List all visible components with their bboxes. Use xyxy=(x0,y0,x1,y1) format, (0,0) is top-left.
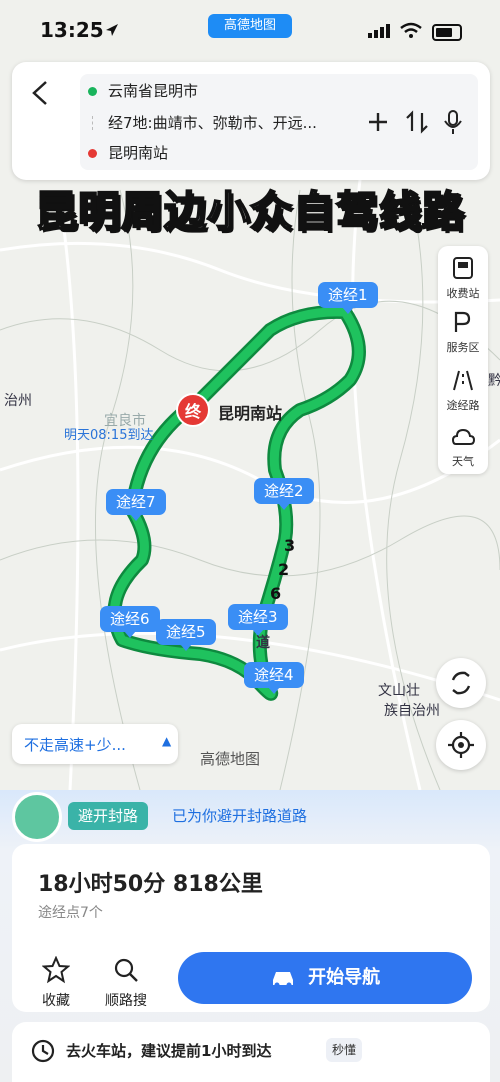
via-road-icon xyxy=(453,370,473,391)
road-number: 6 xyxy=(270,584,282,603)
refresh-route-button[interactable] xyxy=(436,658,486,708)
map-view[interactable]: 13:25 高德地图 云南省昆明市 经7地:曲靖市、弥勒市、开远... 昆明南站 xyxy=(0,0,500,790)
star-icon xyxy=(41,955,71,984)
avoid-closure-row: 避开封路 已为你避开封路道路 xyxy=(12,790,492,844)
route-input-card: 云南省昆明市 经7地:曲靖市、弥勒市、开远... 昆明南站 xyxy=(12,62,490,180)
wifi-icon xyxy=(400,22,422,38)
place-label: 治州 xyxy=(4,393,32,409)
waypoint-marker-2[interactable]: 途经2 xyxy=(254,478,314,510)
connector-line xyxy=(92,116,94,130)
place-label: 黔 xyxy=(488,373,500,389)
road-number: 2 xyxy=(278,560,290,579)
chevron-up-icon: ▲ xyxy=(162,734,172,748)
waypoint-marker-6[interactable]: 途经6 xyxy=(100,606,160,638)
route-info-card: 18小时50分 818公里 途经点7个 收藏 顺路搜 开始导航 xyxy=(12,844,490,1012)
map-watermark: 高德地图 xyxy=(200,750,261,768)
favorite-button[interactable]: 收藏 xyxy=(26,955,86,1010)
service-area-icon xyxy=(454,311,471,332)
waypoint-marker-5[interactable]: 途经5 xyxy=(156,619,216,651)
microphone-icon[interactable] xyxy=(438,107,468,137)
locate-icon xyxy=(448,732,474,758)
swap-icon[interactable] xyxy=(402,107,432,137)
origin-field[interactable]: 云南省昆明市 xyxy=(80,78,340,104)
locate-button[interactable] xyxy=(436,720,486,770)
tool-via-road[interactable]: 途经路 xyxy=(438,362,488,414)
weather-icon xyxy=(451,428,476,445)
place-label: 文山壮 xyxy=(378,683,420,699)
waypoint-marker-7[interactable]: 途经7 xyxy=(106,489,166,521)
road-closure-icon xyxy=(12,792,62,842)
toll-station-icon xyxy=(453,257,473,279)
waypoint-marker-4[interactable]: 途经4 xyxy=(244,662,304,694)
waypoint-marker-3[interactable]: 途经3 xyxy=(228,604,288,636)
tool-weather[interactable]: 天气 xyxy=(438,418,488,470)
waypoint-marker-1[interactable]: 途经1 xyxy=(318,282,378,314)
destination-field[interactable]: 昆明南站 xyxy=(80,140,340,166)
battery-icon xyxy=(432,24,462,41)
avoid-closure-tag: 避开封路 xyxy=(68,802,149,830)
tool-toll-station[interactable]: 收费站 xyxy=(438,250,488,302)
route-summary-panel: 避开封路 已为你避开封路道路 18小时50分 818公里 途经点7个 收藏 顺路… xyxy=(0,790,500,1082)
location-arrow-icon xyxy=(106,24,118,36)
waypoints-field[interactable]: 经7地:曲靖市、弥勒市、开远... xyxy=(80,110,360,136)
place-label: 道 xyxy=(256,635,270,651)
avoid-closure-description: 已为你避开封路道路 xyxy=(172,807,308,825)
search-along-button[interactable]: 顺路搜 xyxy=(96,956,156,1010)
place-label: 宜良市 xyxy=(104,413,146,429)
end-marker[interactable]: 终 xyxy=(176,393,210,427)
train-station-notice[interactable]: 去火车站，建议提前1小时到达 秒懂 xyxy=(12,1022,490,1082)
signal-icon xyxy=(368,24,390,38)
route-fields: 云南省昆明市 经7地:曲靖市、弥勒市、开远... 昆明南站 xyxy=(80,74,478,170)
destination-dot-icon xyxy=(88,149,97,158)
clock-icon xyxy=(31,1039,55,1063)
refresh-icon xyxy=(451,671,471,695)
tool-service-area[interactable]: 服务区 xyxy=(438,304,488,356)
back-button[interactable] xyxy=(26,78,56,108)
waypoint-count: 途经点7个 xyxy=(38,905,103,921)
origin-dot-icon xyxy=(88,87,97,96)
search-icon xyxy=(114,958,138,982)
car-icon xyxy=(272,972,293,988)
app-badge[interactable]: 高德地图 xyxy=(208,14,292,38)
add-waypoint-icon[interactable] xyxy=(363,107,393,137)
road-number: 3 xyxy=(284,536,296,555)
route-preference-dropdown[interactable]: 不走高速+少... ▲ xyxy=(12,724,178,764)
end-station-label: 昆明南站 xyxy=(218,404,283,423)
overlay-title: 昆明周边小众自驾线路 xyxy=(34,186,465,237)
start-navigation-button[interactable]: 开始导航 xyxy=(178,952,472,1004)
duration-distance: 18小时50分 818公里 xyxy=(38,872,263,897)
clock: 13:25 xyxy=(40,18,104,42)
place-label: 族自治州 xyxy=(384,703,440,719)
map-tools-panel: 收费站 服务区 途经路 天气 xyxy=(438,246,488,474)
quick-explain-badge[interactable]: 秒懂 xyxy=(326,1038,363,1062)
status-bar: 13:25 高德地图 xyxy=(0,0,500,60)
